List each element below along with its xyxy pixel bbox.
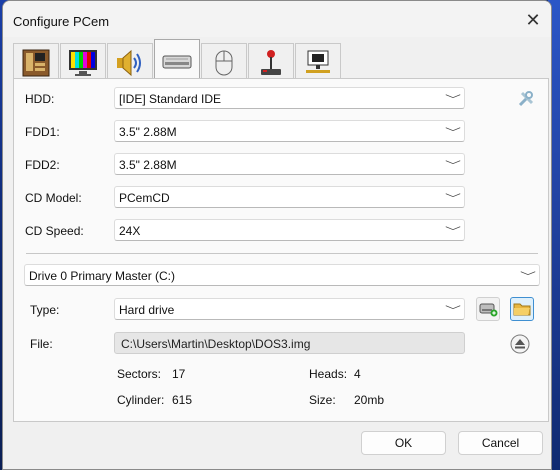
- cd-speed-select[interactable]: 24X ﹀: [114, 219, 465, 241]
- chevron-down-icon: ﹀: [445, 306, 461, 317]
- chevron-down-icon: ﹀: [445, 227, 461, 238]
- fdd1-value: 3.5" 2.88M: [119, 125, 177, 139]
- sectors-value: 17: [172, 367, 186, 381]
- divider: [26, 253, 538, 254]
- cylinder-value: 615: [172, 393, 193, 407]
- cylinder-label: Cylinder:: [117, 393, 165, 407]
- fdd2-select[interactable]: 3.5" 2.88M ﹀: [114, 153, 465, 175]
- hdd-select[interactable]: [IDE] Standard IDE ﹀: [114, 87, 465, 109]
- file-label: File:: [30, 337, 53, 351]
- speaker-icon: [117, 49, 141, 76]
- monitor-icon: [69, 49, 97, 76]
- tab-mouse[interactable]: [201, 43, 247, 81]
- tab-sound[interactable]: [107, 43, 153, 81]
- tab-motherboard[interactable]: [13, 43, 59, 81]
- eject-button[interactable]: [508, 332, 532, 356]
- joystick-icon: [261, 49, 281, 75]
- cd-speed-value: 24X: [119, 224, 141, 238]
- fdd2-label: FDD2:: [25, 158, 60, 172]
- drives-panel: HDD: [IDE] Standard IDE ﹀ FDD1: 3.5" 2.8…: [13, 78, 549, 422]
- tab-joystick[interactable]: [248, 43, 294, 81]
- new-disk-icon: [479, 303, 498, 317]
- chevron-down-icon: ﹀: [445, 95, 461, 106]
- drive-icon: [162, 55, 192, 68]
- tab-strip: [13, 39, 373, 81]
- network-icon: [306, 50, 330, 73]
- hdd-configure-button[interactable]: [514, 87, 538, 111]
- tab-network[interactable]: [295, 43, 341, 81]
- tab-display[interactable]: [60, 43, 106, 81]
- type-value: Hard drive: [119, 303, 175, 317]
- chevron-down-icon: ﹀: [445, 128, 461, 139]
- close-button[interactable]: ✕: [521, 9, 545, 31]
- hdd-label: HDD:: [25, 92, 55, 106]
- cd-model-select[interactable]: PCemCD ﹀: [114, 186, 465, 208]
- file-path-value: C:\Users\Martin\Desktop\DOS3.img: [121, 337, 311, 351]
- cd-model-label: CD Model:: [25, 191, 82, 205]
- title-bar: Configure PCem ✕: [3, 1, 551, 37]
- fdd2-value: 3.5" 2.88M: [119, 158, 177, 172]
- chevron-down-icon: ﹀: [445, 161, 461, 172]
- fdd1-select[interactable]: 3.5" 2.88M ﹀: [114, 120, 465, 142]
- tools-icon: [518, 91, 534, 107]
- cd-speed-label: CD Speed:: [25, 224, 84, 238]
- type-select[interactable]: Hard drive ﹀: [114, 298, 465, 320]
- drive-select[interactable]: Drive 0 Primary Master (C:) ﹀: [24, 264, 540, 286]
- ok-button[interactable]: OK: [361, 431, 446, 455]
- cd-model-value: PCemCD: [119, 191, 170, 205]
- tab-drives[interactable]: [154, 39, 200, 81]
- chevron-down-icon: ﹀: [520, 272, 536, 283]
- file-path-field[interactable]: C:\Users\Martin\Desktop\DOS3.img: [114, 332, 465, 354]
- new-image-button[interactable]: [476, 297, 500, 321]
- heads-label: Heads:: [309, 367, 348, 381]
- window-title: Configure PCem: [13, 14, 110, 29]
- fdd1-label: FDD1:: [25, 125, 60, 139]
- hdd-value: [IDE] Standard IDE: [119, 92, 222, 106]
- size-label: Size:: [309, 393, 336, 407]
- cancel-button[interactable]: Cancel: [458, 431, 543, 455]
- heads-value: 4: [354, 367, 361, 381]
- type-label: Type:: [30, 303, 60, 317]
- open-image-button[interactable]: [510, 297, 534, 321]
- folder-icon: [513, 303, 531, 316]
- size-value: 20mb: [354, 393, 385, 407]
- sectors-label: Sectors:: [117, 367, 162, 381]
- configure-dialog: Configure PCem ✕ HDD: [IDE] Standard IDE…: [2, 0, 552, 470]
- mouse-icon: [215, 50, 233, 75]
- motherboard-icon: [22, 49, 50, 76]
- eject-icon: [510, 334, 530, 354]
- chevron-down-icon: ﹀: [445, 194, 461, 205]
- drive-select-value: Drive 0 Primary Master (C:): [29, 269, 176, 283]
